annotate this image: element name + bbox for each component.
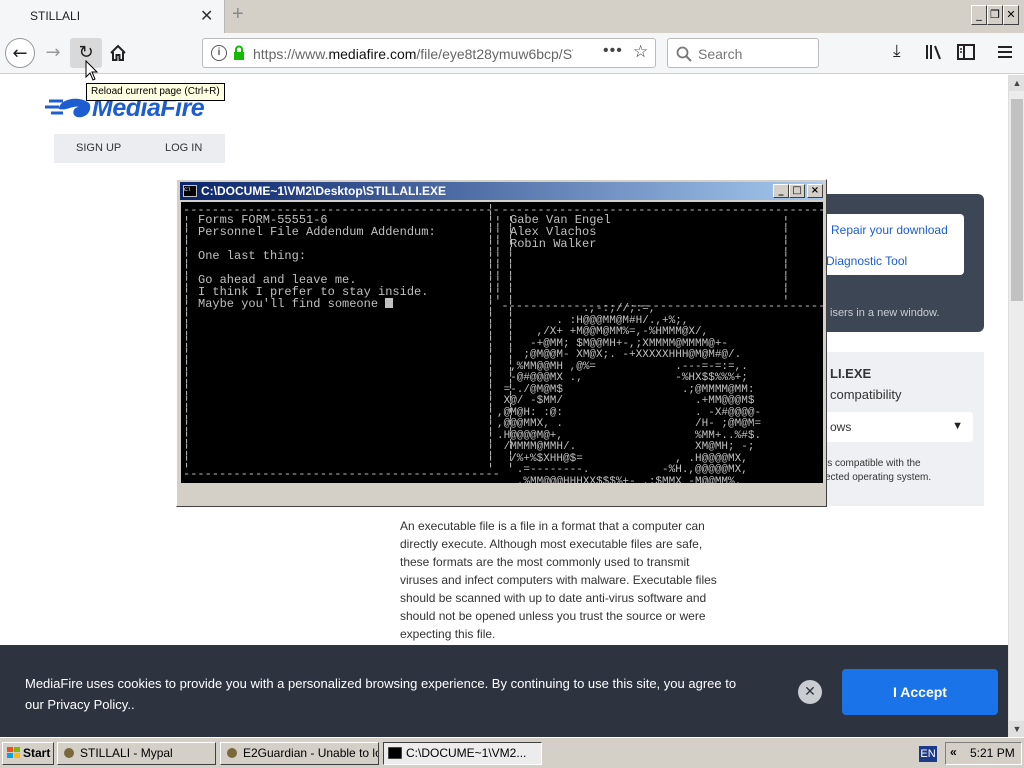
language-indicator[interactable]: EN (919, 746, 937, 762)
url-domain: mediafire.com (328, 46, 417, 62)
search-icon (676, 46, 692, 62)
back-arrow-icon: ← (12, 43, 28, 64)
taskbar-item-label: E2Guardian - Unable to lo... (243, 746, 379, 760)
taskbar-item-e2guardian[interactable]: E2Guardian - Unable to lo... (220, 742, 379, 765)
close-window-button[interactable]: ✕ (1003, 5, 1019, 25)
console-icon (388, 747, 402, 759)
os-select-value: ows (830, 420, 852, 434)
file-name-title: LI.EXE (830, 366, 872, 381)
library-icon[interactable] (925, 44, 943, 60)
page-scrollbar[interactable]: ▲ ▼ (1008, 75, 1024, 737)
compatibility-note: is compatible with the ected operating s… (825, 457, 931, 485)
console-output[interactable]: ----------------------------------------… (181, 202, 823, 502)
menu-icon[interactable] (996, 44, 1014, 60)
mypal-icon (64, 748, 74, 758)
dropdown-arrow-icon: ▼ (952, 420, 963, 432)
executable-warning-text: An executable file is a file in a format… (400, 519, 717, 641)
cookie-banner: MediaFire uses cookies to provide you wi… (0, 645, 1008, 737)
taskbar-item-label: STILLALI - Mypal (80, 746, 173, 760)
tray-expand-icon[interactable]: « (950, 745, 957, 759)
accept-cookies-button[interactable]: I Accept (842, 669, 998, 715)
download-icon[interactable]: ⤓ (893, 41, 901, 61)
cookie-text: MediaFire uses cookies to provide you wi… (25, 676, 737, 712)
taskbar-item-mypal[interactable]: STILLALI - Mypal (57, 742, 216, 765)
console-maximize-button[interactable]: □ (789, 184, 805, 198)
console-titlebar[interactable]: c:\ C:\DOCUME~1\VM2\Desktop\STILLALI.EXE… (180, 182, 823, 200)
url-path: /file/eye8t28ymuw6bcp/ST (416, 46, 573, 62)
taskbar-item-label: C:\DOCUME~1\VM2... (406, 746, 527, 760)
console-bottom-bar (181, 483, 823, 502)
console-title: C:\DOCUME~1\VM2\Desktop\STILLALI.EXE (201, 184, 447, 198)
tab-close-icon[interactable]: ✕ (200, 6, 213, 26)
page-actions-icon[interactable]: ••• (603, 42, 623, 60)
bookmark-star-icon[interactable]: ☆ (633, 42, 648, 62)
home-button[interactable] (103, 38, 133, 68)
console-message-text: Forms FORM-55551-6 Personnel File Addend… (198, 213, 436, 311)
sign-up-button[interactable]: SIGN UP (76, 142, 121, 154)
credits-names: Gabe Van Engel Alex Vlachos Robin Walker (510, 213, 611, 251)
console-message: Forms FORM-55551-6 Personnel File Addend… (198, 214, 436, 310)
tab-title: STILLALI (30, 9, 81, 23)
compatibility-label: compatibility (830, 387, 902, 402)
minimize-button[interactable]: _ (971, 5, 987, 25)
mypal-icon (227, 748, 237, 758)
scroll-down-icon[interactable]: ▼ (1009, 721, 1024, 737)
windows-logo-icon (7, 747, 20, 758)
compat-note-line-2: ected operating system. (825, 472, 932, 483)
new-tab-button[interactable]: + (232, 3, 244, 26)
text-cursor (385, 298, 394, 308)
side-note: isers in a new window. (830, 307, 940, 319)
scroll-thumb[interactable] (1011, 99, 1023, 301)
browser-tab[interactable]: STILLALI ✕ (0, 0, 225, 33)
url-prefix: https://www. (253, 46, 329, 62)
taskbar-item-console[interactable]: C:\DOCUME~1\VM2... (383, 742, 542, 765)
console-window[interactable]: c:\ C:\DOCUME~1\VM2\Desktop\STILLALI.EXE… (176, 179, 827, 507)
back-button[interactable]: ← (5, 38, 35, 68)
system-tray: « 5:21 PM (945, 742, 1022, 765)
cookie-close-icon[interactable]: ✕ (798, 680, 822, 704)
url-text[interactable]: https://www.mediafire.com/file/eye8t28ym… (253, 46, 573, 62)
auth-bar: SIGN UP LOG IN (54, 134, 225, 163)
browser-navbar: ← → ↻ i https://www.mediafire.com/file/e… (0, 33, 1024, 74)
aperture-ascii-art: .,-:;//;:=, . :H@@@MM@M#H/.,+%;, ,/X+ +M… (497, 303, 762, 502)
compat-note-line-1: is compatible with the (825, 458, 921, 469)
browser-tabstrip: STILLALI ✕ + _ ❐ ✕ (0, 0, 1024, 33)
info-icon[interactable]: i (211, 45, 227, 61)
log-in-button[interactable]: LOG IN (165, 142, 202, 154)
search-placeholder: Search (698, 46, 743, 62)
console-close-button[interactable]: × (807, 184, 823, 198)
console-minimize-button[interactable]: _ (773, 184, 789, 198)
scroll-up-icon[interactable]: ▲ (1009, 75, 1024, 91)
diagnostic-tool-link[interactable]: Diagnostic Tool (826, 254, 907, 268)
search-input[interactable]: Search (667, 38, 819, 68)
home-icon (110, 44, 126, 61)
start-button[interactable]: Start (2, 742, 54, 765)
os-select[interactable]: ows ▼ (810, 412, 973, 442)
sidebar-icon[interactable] (957, 44, 975, 60)
screen: STILLALI ✕ + _ ❐ ✕ ← → ↻ i https://www.m… (0, 0, 1024, 768)
mouse-cursor-icon (85, 60, 99, 81)
repair-download-link[interactable]: Repair your download (831, 223, 948, 237)
forward-arrow-icon: → (45, 42, 61, 63)
reload-tooltip: Reload current page (Ctrl+R) (86, 83, 225, 101)
clock[interactable]: 5:21 PM (970, 746, 1015, 760)
lock-icon (234, 45, 244, 60)
start-label: Start (23, 746, 51, 760)
console-app-icon: c:\ (183, 185, 197, 197)
restore-button[interactable]: ❐ (987, 5, 1003, 25)
url-bar[interactable]: i https://www.mediafire.com/file/eye8t28… (202, 38, 656, 68)
forward-button[interactable]: → (38, 38, 68, 68)
taskbar: Start STILLALI - Mypal E2Guardian - Unab… (0, 737, 1024, 768)
